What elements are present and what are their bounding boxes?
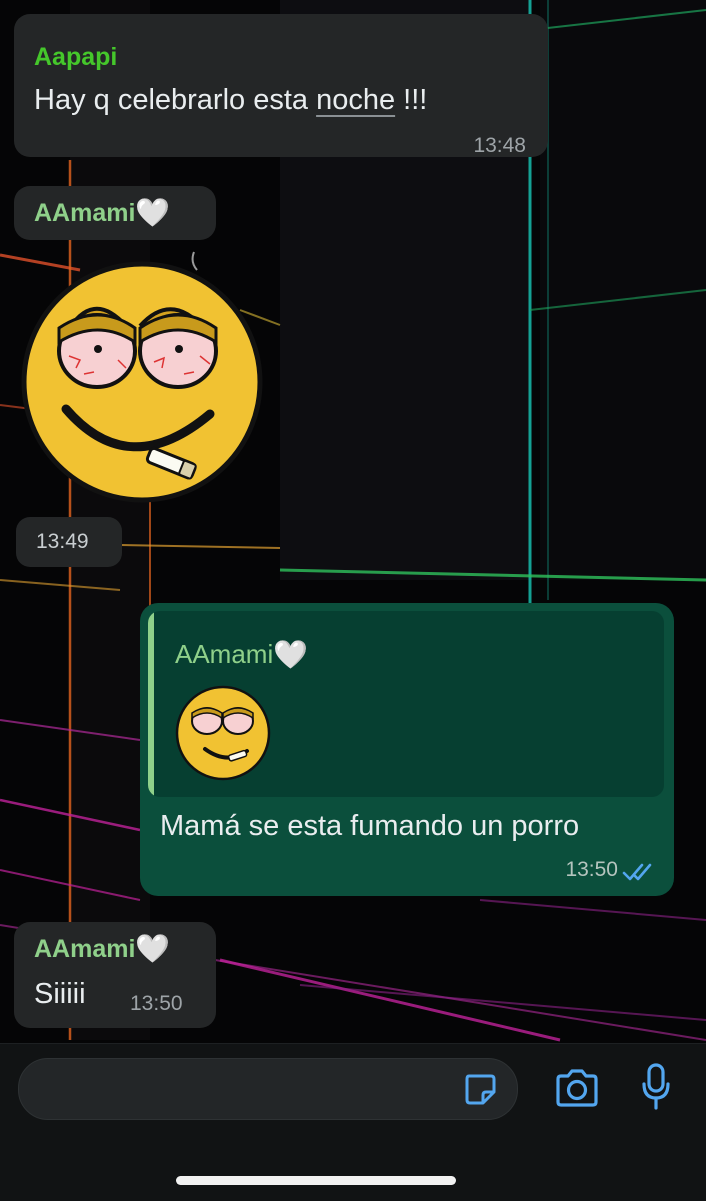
read-double-check-icon [622,863,652,881]
compose-bar [0,1043,706,1201]
home-indicator[interactable] [176,1176,456,1185]
white-heart-emoji: 🤍 [273,639,309,670]
message-text: Mamá se esta fumando un porro [160,810,580,842]
message-text: Siiiii [34,978,86,1010]
sender-name: Aapapi [34,43,118,71]
reply-sender-name: AAmami🤍 [175,639,309,670]
sender-name: AAmami🤍 [34,197,171,228]
white-heart-emoji: 🤍 [135,933,171,964]
message-time: 13:49 [36,530,89,553]
microphone-icon[interactable] [641,1062,671,1112]
message-bubble-aamami[interactable]: AAmami🤍 Siiiii 13:50 [14,922,216,1028]
reply-accent-bar [148,611,154,797]
quoted-reply[interactable]: AAmami🤍 [148,611,664,797]
underlined-word[interactable]: noche [316,84,395,116]
smoking-smiley-thumbnail [175,685,271,781]
sender-name: AAmami🤍 [34,933,171,964]
message-bubble-aapapi[interactable]: Aapapi Hay q celebrarlo esta noche !!! 1… [14,14,548,157]
message-bubble-outgoing[interactable]: AAmami🤍 Mamá se esta fumando un porro 13… [140,603,674,896]
message-input[interactable] [39,1059,463,1121]
sticker-time-badge: 13:49 [16,517,122,567]
message-time: 13:50 [130,992,183,1015]
message-input-container[interactable] [18,1058,518,1121]
sticker-icon[interactable] [461,1070,499,1108]
message-time: 13:48 [473,134,526,157]
sender-name-bubble: AAmami🤍 [14,186,216,240]
message-time: 13:50 [565,858,618,881]
message-text: Hay q celebrarlo esta noche !!! [34,84,428,116]
camera-icon[interactable] [553,1068,601,1108]
smoking-smiley-sticker[interactable] [14,244,274,510]
white-heart-emoji: 🤍 [135,197,171,228]
